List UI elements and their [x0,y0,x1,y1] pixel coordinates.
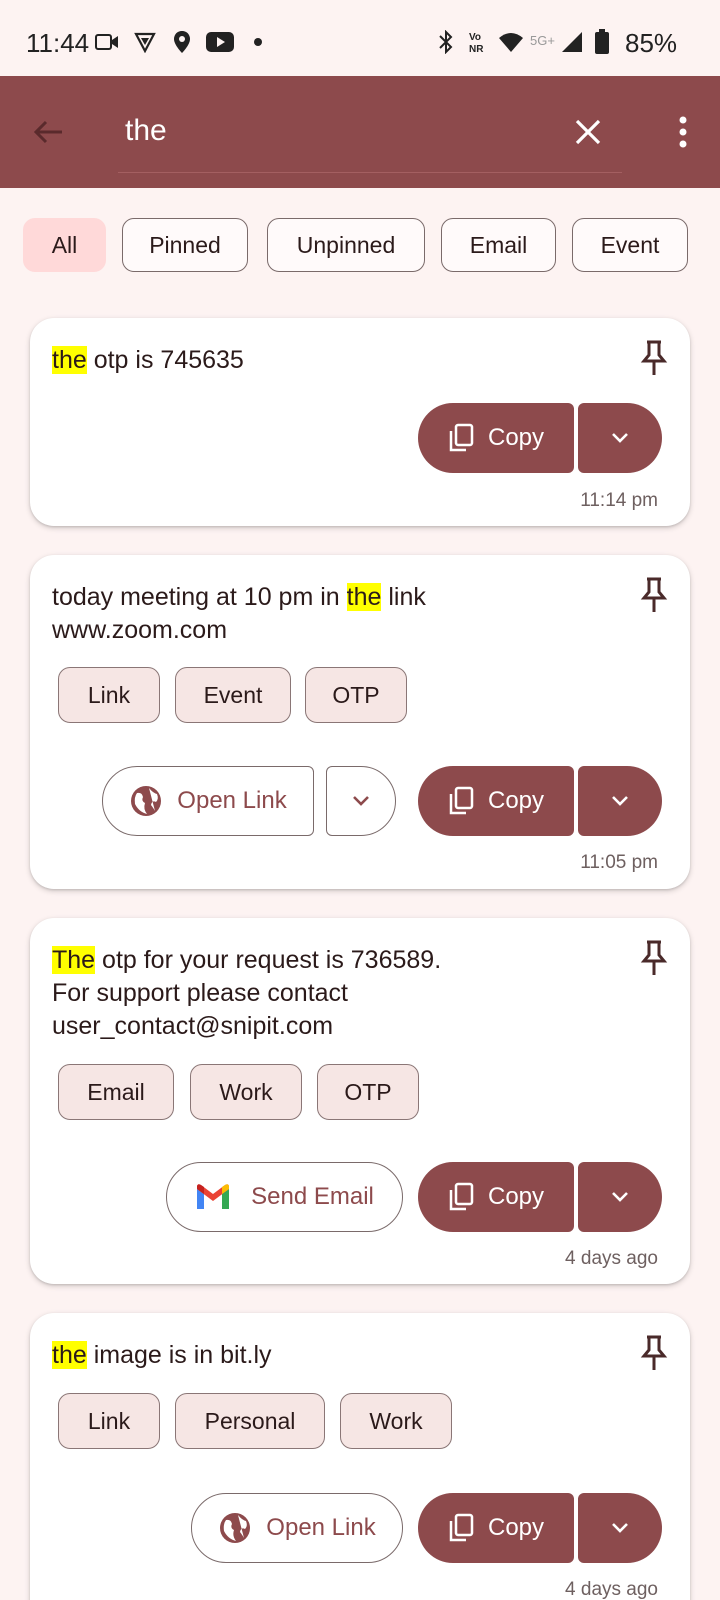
copy-button[interactable]: Copy [418,766,574,836]
copy-button[interactable]: Copy [418,403,574,473]
chevron-down-icon [353,796,369,806]
globe-icon [220,1513,251,1543]
clip-card[interactable]: The otp for your request is 736589. For s… [30,918,690,1284]
copy-button[interactable]: Copy [418,1493,574,1563]
pin-icon[interactable] [640,1335,668,1371]
tag-chip[interactable]: Link [58,1393,160,1449]
volte-icon: Vo NR [468,30,494,54]
signal-icon [560,30,584,54]
tag-chip[interactable]: OTP [317,1064,419,1120]
wifi-icon [498,30,524,54]
pin-icon[interactable] [640,340,668,376]
search-highlight: the [52,346,87,374]
copy-button[interactable]: Copy [418,1162,574,1232]
filter-chip-pinned[interactable]: Pinned [122,218,248,272]
tag-chip[interactable]: Email [58,1064,174,1120]
battery-icon [594,29,610,54]
copy-icon [449,786,474,815]
tag-chip[interactable]: Link [58,667,160,723]
location-icon [172,30,192,54]
globe-icon [131,786,162,816]
filter-chip-email[interactable]: Email [441,218,556,272]
tag-chip[interactable]: Work [340,1393,452,1449]
svg-text:Vo: Vo [469,32,481,43]
notification-dot-icon [253,30,263,54]
more-options-icon[interactable] [665,112,701,152]
search-input[interactable]: the [125,114,167,148]
bluetooth-icon [436,30,456,54]
svg-text:NR: NR [469,44,484,54]
pin-icon[interactable] [640,940,668,976]
copy-icon [449,423,474,452]
pin-icon[interactable] [640,577,668,613]
back-arrow-icon[interactable] [30,114,66,150]
filter-chip-all[interactable]: All [23,218,106,272]
chevron-down-icon [612,1523,628,1533]
copy-options-dropdown[interactable] [578,1493,662,1563]
network-type: 5G+ [530,32,555,48]
video-icon [95,30,119,54]
search-underline [118,172,622,173]
open-link-options-dropdown[interactable] [326,766,396,836]
send-email-button[interactable]: Send Email [166,1162,403,1232]
tag-chip[interactable]: Personal [175,1393,325,1449]
status-time: 11:44 [26,28,90,58]
search-highlight: The [52,946,96,974]
filter-chip-event[interactable]: Event [572,218,688,272]
clip-text: today meeting at 10 pm in the link www.zo… [52,583,426,644]
copy-options-dropdown[interactable] [578,766,662,836]
clip-timestamp: 4 days ago [565,1248,658,1269]
chevron-down-icon [612,1192,628,1202]
clip-text: The otp for your request is 736589. For s… [52,946,442,1040]
search-highlight: the [52,1341,87,1369]
open-link-button[interactable]: Open Link [191,1493,403,1563]
tag-chip[interactable]: OTP [305,667,407,723]
clip-card[interactable]: today meeting at 10 pm in the link www.zo… [30,555,690,889]
clip-timestamp: 11:05 pm [580,852,658,873]
search-highlight: the [346,583,382,611]
clip-timestamp: 4 days ago [565,1579,658,1600]
tag-chip[interactable]: Event [175,667,291,723]
tag-chip[interactable]: Work [190,1064,302,1120]
battery-level: 85% [625,28,678,58]
clip-text: the image is in bit.ly [52,1341,272,1369]
clip-card[interactable]: the image is in bit.ly Link Personal Wor… [30,1313,690,1600]
copy-options-dropdown[interactable] [578,403,662,473]
gmail-icon [197,1184,230,1209]
youtube-icon [206,30,234,54]
vpn-shield-icon [134,30,156,54]
search-app-bar: the [0,76,720,188]
clear-search-icon[interactable] [570,114,606,150]
open-link-button[interactable]: Open Link [102,766,314,836]
clip-text: the otp is 745635 [52,346,244,374]
copy-icon [449,1513,474,1542]
clip-timestamp: 11:14 pm [580,490,658,511]
copy-options-dropdown[interactable] [578,1162,662,1232]
filter-chip-unpinned[interactable]: Unpinned [267,218,425,272]
status-bar: 11:44 Vo NR 5G+ 85% [0,0,720,76]
chevron-down-icon [612,433,628,443]
chevron-down-icon [612,796,628,806]
copy-icon [449,1182,474,1211]
clip-card[interactable]: the otp is 745635 Copy 11:14 pm [30,318,690,526]
